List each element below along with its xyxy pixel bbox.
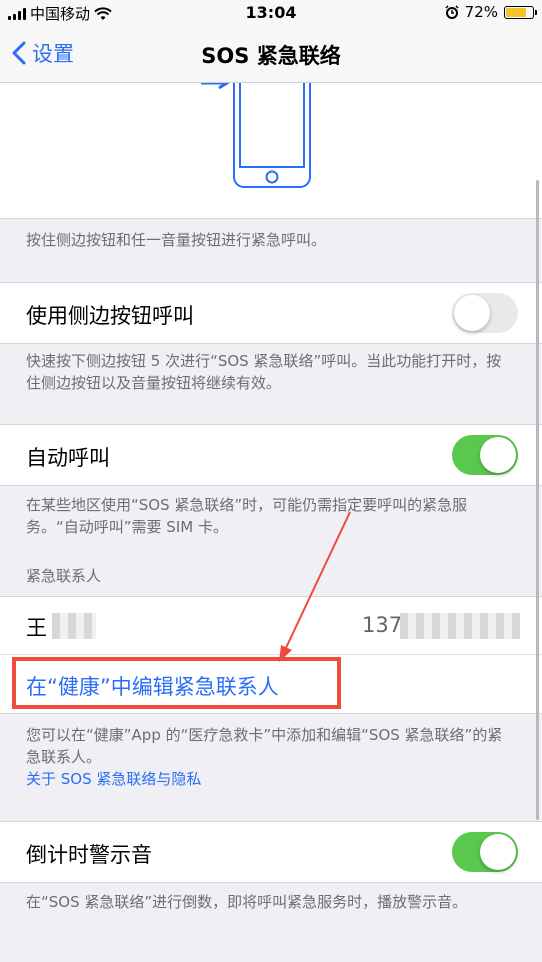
alarm-icon [445, 5, 459, 19]
phone-redaction [400, 613, 520, 639]
contacts-section-header: 紧急联系人 [26, 567, 102, 585]
countdown-toggle[interactable] [452, 832, 518, 872]
page-title: SOS 紧急联络 [201, 44, 341, 68]
side-button-description: 快速按下侧边按钮 5 次进行“SOS 紧急联络”呼叫。当此功能打开时，按住侧边按… [26, 352, 502, 392]
auto-call-cell: 自动呼叫 [0, 424, 542, 486]
auto-call-description: 在某些地区使用“SOS 紧急联络”时，可能仍需指定要呼叫的紧急服务。“自动呼叫”… [26, 496, 468, 536]
countdown-cell: 倒计时警示音 [0, 821, 542, 883]
toggle-knob [480, 437, 516, 473]
countdown-description: 在“SOS 紧急联络”进行倒数，即将呼叫紧急服务时，播放警示音。 [26, 893, 468, 911]
contact-row[interactable]: 王 137 [0, 597, 542, 655]
navigation-bar: 设置 SOS 紧急联络 [0, 26, 542, 83]
side-button-label: 使用侧边按钮呼叫 [26, 304, 194, 328]
status-bar: 中国移动 13:04 72% [0, 0, 542, 26]
contact-phone: 137 [362, 613, 403, 637]
scrollbar[interactable] [536, 180, 539, 820]
phone-side-button-icon [201, 83, 311, 188]
toggle-knob [454, 295, 490, 331]
status-right: 72% [445, 3, 537, 21]
privacy-link[interactable]: 关于 SOS 紧急联络与隐私 [26, 770, 201, 788]
sos-illustration [0, 83, 542, 219]
side-button-cell: 使用侧边按钮呼叫 [0, 282, 542, 344]
auto-call-label: 自动呼叫 [26, 446, 110, 470]
side-button-toggle[interactable] [452, 293, 518, 333]
contacts-description: 您可以在“健康”App 的“医疗急救卡”中添加和编辑“SOS 紧急联络”的紧急联… [26, 724, 516, 790]
contacts-description-text: 您可以在“健康”App 的“医疗急救卡”中添加和编辑“SOS 紧急联络”的紧急联… [26, 726, 503, 766]
battery-percent: 72% [464, 3, 498, 21]
battery-icon [504, 5, 537, 19]
annotation-highlight-box [12, 657, 341, 709]
contact-name: 王 [26, 616, 47, 640]
auto-call-toggle[interactable] [452, 435, 518, 475]
name-redaction [52, 613, 96, 639]
toggle-knob [480, 834, 516, 870]
countdown-label: 倒计时警示音 [26, 843, 152, 867]
hold-description: 按住侧边按钮和任一音量按钮进行紧急呼叫。 [26, 231, 327, 249]
